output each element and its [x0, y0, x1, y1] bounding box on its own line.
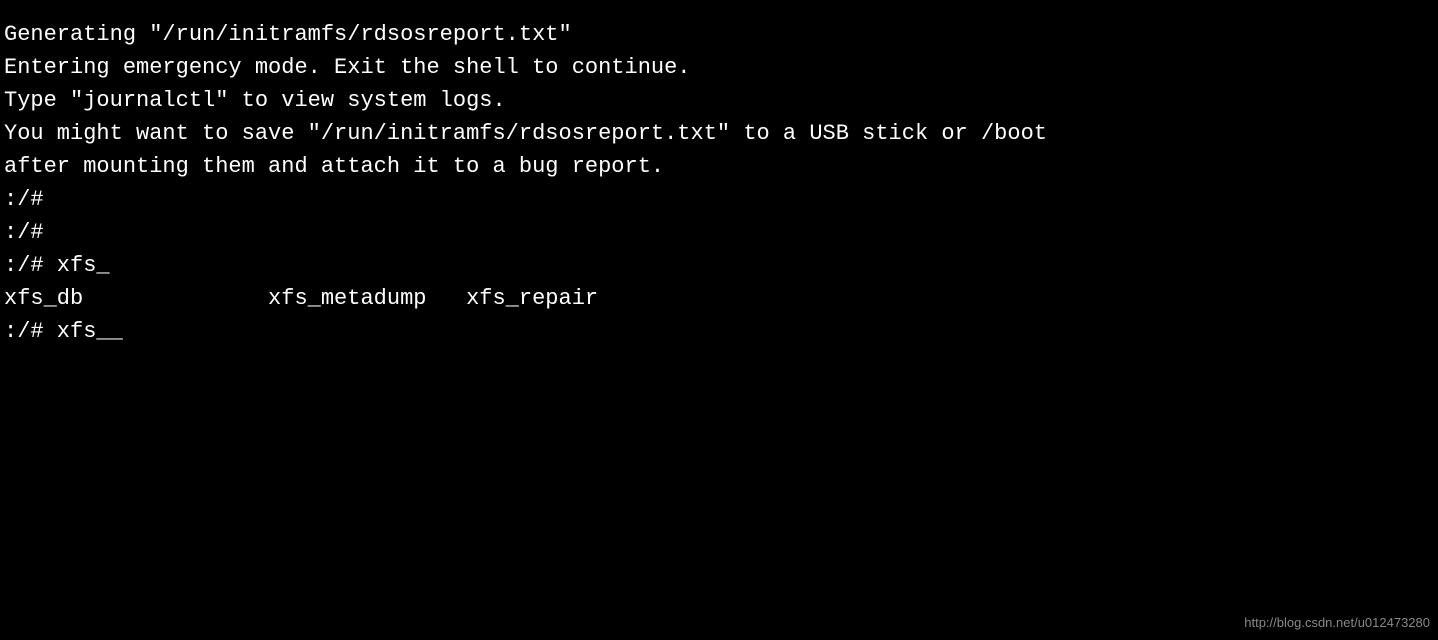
terminal-line: :/# xfs__ [4, 315, 1430, 348]
terminal-line: Generating "/run/initramfs/rdsosreport.t… [4, 18, 1430, 51]
terminal-line: Entering emergency mode. Exit the shell … [4, 51, 1430, 84]
terminal-line: after mounting them and attach it to a b… [4, 150, 1430, 183]
terminal-window: Generating "/run/initramfs/rdsosreport.t… [0, 0, 1438, 640]
terminal-line: Type "journalctl" to view system logs. [4, 84, 1430, 117]
terminal-line: You might want to save "/run/initramfs/r… [4, 117, 1430, 150]
watermark: http://blog.csdn.net/u012473280 [1244, 613, 1430, 633]
terminal-line: :/# [4, 183, 1430, 216]
terminal-line: :/# [4, 216, 1430, 249]
terminal-line: :/# xfs_ [4, 249, 1430, 282]
terminal-line: xfs_db xfs_metadump xfs_repair [4, 282, 1430, 315]
